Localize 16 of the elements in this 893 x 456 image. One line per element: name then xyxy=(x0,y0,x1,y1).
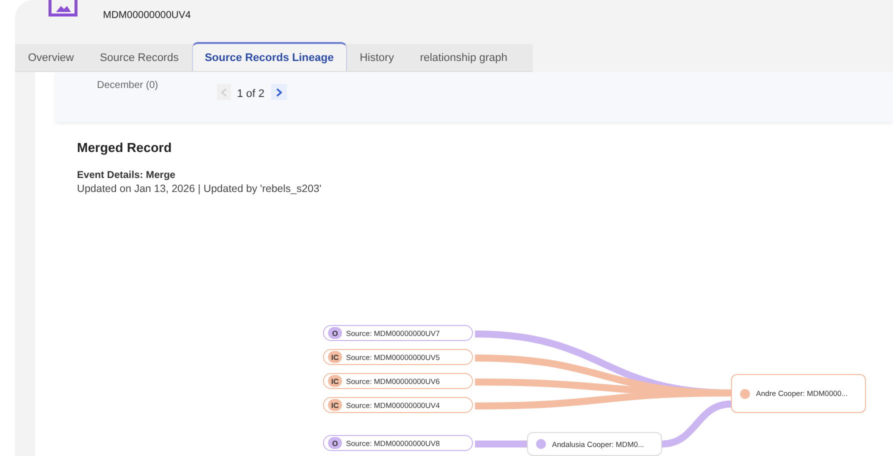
updated-info: Updated on Jan 13, 2026 | Updated by 'rebels_s203' xyxy=(77,183,322,195)
section-title: Merged Record xyxy=(77,140,173,155)
tab[interactable]: History xyxy=(346,44,407,71)
chevron-right-icon xyxy=(276,88,282,96)
tab[interactable]: Source Records xyxy=(86,44,192,71)
chevron-left-icon xyxy=(221,88,227,96)
image-icon xyxy=(48,0,78,18)
tab[interactable]: Overview xyxy=(15,44,87,71)
event-details: Event Details: Merge xyxy=(77,170,176,181)
page-indicator: 1 of 2 xyxy=(237,88,265,100)
tab[interactable]: Source Records Lineage xyxy=(192,42,347,71)
tab[interactable]: relationship graph xyxy=(406,44,520,71)
month-filter[interactable]: December (0) xyxy=(55,80,207,91)
record-id: MDM00000000UV4 xyxy=(103,10,191,21)
connector-line xyxy=(475,440,527,448)
next-page-button[interactable] xyxy=(270,84,287,100)
